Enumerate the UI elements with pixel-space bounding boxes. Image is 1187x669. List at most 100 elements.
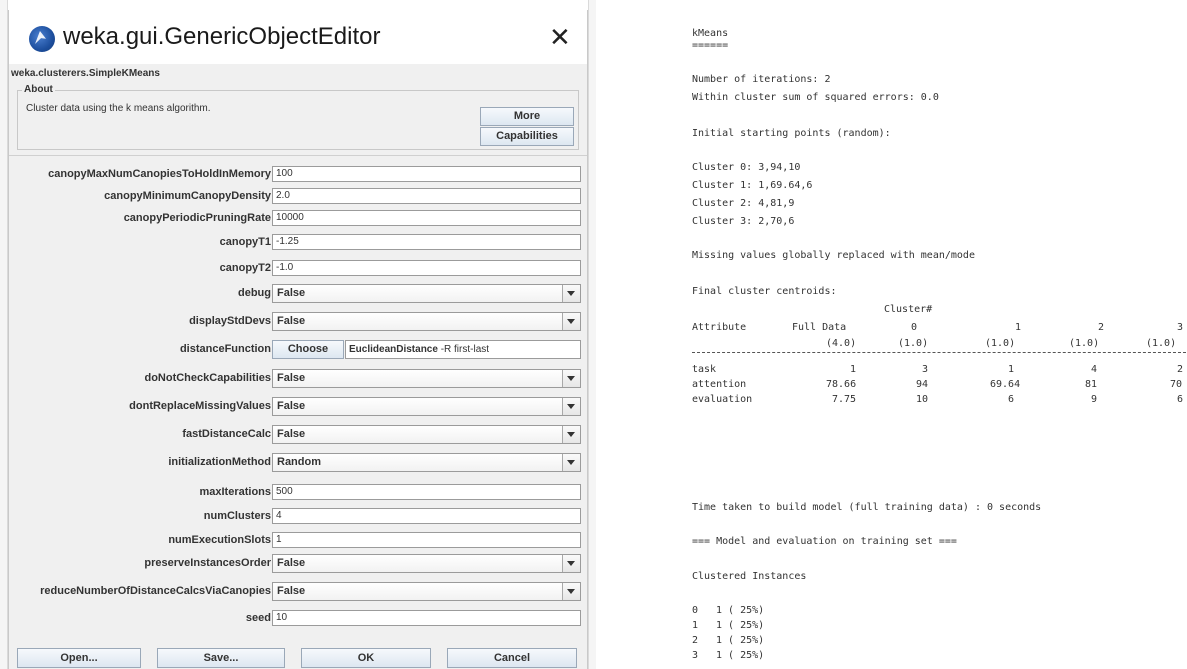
prop-row-distance-function: distanceFunction Choose EuclideanDistanc… <box>9 340 587 360</box>
table-cell: 3 <box>922 364 929 375</box>
prop-label: seed <box>245 612 271 624</box>
about-description: Cluster data using the k means algorithm… <box>26 103 211 114</box>
open-button[interactable]: Open... <box>17 648 141 668</box>
num-clusters-field[interactable]: 4 <box>272 508 581 524</box>
select-value: False <box>277 585 306 597</box>
ok-button[interactable]: OK <box>301 648 431 668</box>
seed-field[interactable]: 10 <box>272 610 581 626</box>
prop-label: canopyMaxNumCanopiesToHoldInMemory <box>48 168 271 180</box>
canopy-t2-field[interactable]: -1.0 <box>272 260 581 276</box>
fast-distance-calc-select[interactable]: False <box>272 425 581 444</box>
table-cell: 7.75 <box>832 394 857 405</box>
column-cluster-3: 3 <box>1177 322 1184 333</box>
table-cell: 70 <box>1170 379 1183 390</box>
prop-label: displayStdDevs <box>189 315 271 327</box>
chevron-down-icon[interactable] <box>562 370 580 387</box>
initial-point-2: Cluster 2: 4,81,9 <box>692 198 795 209</box>
chevron-down-icon[interactable] <box>562 426 580 443</box>
display-std-devs-select[interactable]: False <box>272 312 581 331</box>
initial-point-1: Cluster 1: 1,69.64,6 <box>692 180 813 191</box>
save-button[interactable]: Save... <box>157 648 285 668</box>
prop-row-dont-replace-missing-values: dontReplaceMissingValues False <box>9 397 587 417</box>
cancel-button[interactable]: Cancel <box>447 648 577 668</box>
prop-row-reduce-number-of-distance-calcs: reduceNumberOfDistanceCalcsViaCanopies F… <box>9 582 587 602</box>
table-divider <box>692 352 1186 353</box>
table-cell: 10 <box>916 394 929 405</box>
select-value: False <box>277 428 306 440</box>
background-window-edge-left <box>0 0 8 669</box>
distance-function-name: EuclideanDistance <box>349 344 438 355</box>
column-cluster-1: 1 <box>1015 322 1022 333</box>
table-cell: 6 <box>1177 394 1184 405</box>
chevron-down-icon[interactable] <box>562 313 580 330</box>
window-title: weka.gui.GenericObjectEditor <box>63 23 381 50</box>
output-header-underline: ====== <box>692 40 729 51</box>
prop-row-do-not-check-capabilities: doNotCheckCapabilities False <box>9 369 587 389</box>
chevron-down-icon[interactable] <box>562 454 580 471</box>
chevron-down-icon[interactable] <box>562 555 580 572</box>
table-cell: 2 <box>1177 364 1184 375</box>
max-iterations-field[interactable]: 500 <box>272 484 581 500</box>
chevron-down-icon[interactable] <box>562 285 580 302</box>
output-header: kMeans <box>692 28 729 39</box>
num-execution-slots-field[interactable]: 1 <box>272 532 581 548</box>
choose-distance-button[interactable]: Choose <box>272 340 344 359</box>
prop-label: canopyT1 <box>219 236 271 248</box>
close-icon[interactable]: ✕ <box>549 22 571 53</box>
distance-function-field[interactable]: EuclideanDistance -R first-last <box>345 340 581 359</box>
prop-row-canopy-t2: canopyT2 -1.0 <box>9 259 587 279</box>
table-cell: 4 <box>1091 364 1098 375</box>
clustered-row-cluster: 3 <box>692 650 699 661</box>
capabilities-button[interactable]: Capabilities <box>480 127 574 146</box>
canopy-t1-field[interactable]: -1.25 <box>272 234 581 250</box>
canopy-max-num-canopies-field[interactable]: 100 <box>272 166 581 182</box>
prop-row-canopy-t1: canopyT1 -1.25 <box>9 233 587 253</box>
initial-points-title: Initial starting points (random): <box>692 128 891 139</box>
prop-row-canopy-periodic-pruning-rate: canopyPeriodicPruningRate 10000 <box>9 209 587 229</box>
preserve-instances-order-select[interactable]: False <box>272 554 581 573</box>
table-cell: 78.66 <box>826 379 857 390</box>
background-window-edge-right <box>588 0 596 669</box>
clustered-row-stat: 1 ( 25%) <box>716 620 765 631</box>
canopy-minimum-density-field[interactable]: 2.0 <box>272 188 581 204</box>
dont-replace-missing-values-select[interactable]: False <box>272 397 581 416</box>
clustered-row-stat: 1 ( 25%) <box>716 650 765 661</box>
prop-label: maxIterations <box>199 486 271 498</box>
about-legend: About <box>22 84 55 95</box>
more-button[interactable]: More <box>480 107 574 126</box>
prop-label: reduceNumberOfDistanceCalcsViaCanopies <box>40 585 271 597</box>
attribute-header: Attribute <box>692 322 747 333</box>
select-value: False <box>277 372 306 384</box>
table-cell: 1 <box>850 364 857 375</box>
centroids-title: Final cluster centroids: <box>692 286 837 297</box>
sse-line: Within cluster sum of squared errors: 0.… <box>692 92 939 103</box>
weka-logo-icon <box>29 26 55 52</box>
select-value: False <box>277 287 306 299</box>
prop-label: fastDistanceCalc <box>182 428 271 440</box>
table-row-attr: evaluation <box>692 394 753 405</box>
prop-row-canopy-max-num-canopies: canopyMaxNumCanopiesToHoldInMemory 100 <box>9 165 587 185</box>
prop-label: initializationMethod <box>168 456 271 468</box>
prop-label: debug <box>238 287 271 299</box>
prop-row-num-clusters: numClusters 4 <box>9 507 587 527</box>
table-cell: 6 <box>1008 394 1015 405</box>
reduce-distance-calcs-select[interactable]: False <box>272 582 581 601</box>
chevron-down-icon[interactable] <box>562 398 580 415</box>
title-bar[interactable]: weka.gui.GenericObjectEditor ✕ <box>9 10 587 64</box>
initialization-method-select[interactable]: Random <box>272 453 581 472</box>
prop-label: canopyPeriodicPruningRate <box>123 212 271 224</box>
time-taken-line: Time taken to build model (full training… <box>692 502 1042 513</box>
initial-point-0: Cluster 0: 3,94,10 <box>692 162 801 173</box>
do-not-check-capabilities-select[interactable]: False <box>272 369 581 388</box>
prop-row-max-iterations: maxIterations 500 <box>9 483 587 503</box>
prop-row-preserve-instances-order: preserveInstancesOrder False <box>9 554 587 574</box>
column-cluster-2: 2 <box>1098 322 1105 333</box>
chevron-down-icon[interactable] <box>562 583 580 600</box>
table-cell: 1 <box>1008 364 1015 375</box>
prop-label: distanceFunction <box>179 343 271 355</box>
debug-select[interactable]: False <box>272 284 581 303</box>
prop-row-debug: debug False <box>9 284 587 304</box>
count-cluster-3: (1.0) <box>1146 338 1177 349</box>
canopy-periodic-pruning-rate-field[interactable]: 10000 <box>272 210 581 226</box>
table-row-attr: task <box>692 364 717 375</box>
